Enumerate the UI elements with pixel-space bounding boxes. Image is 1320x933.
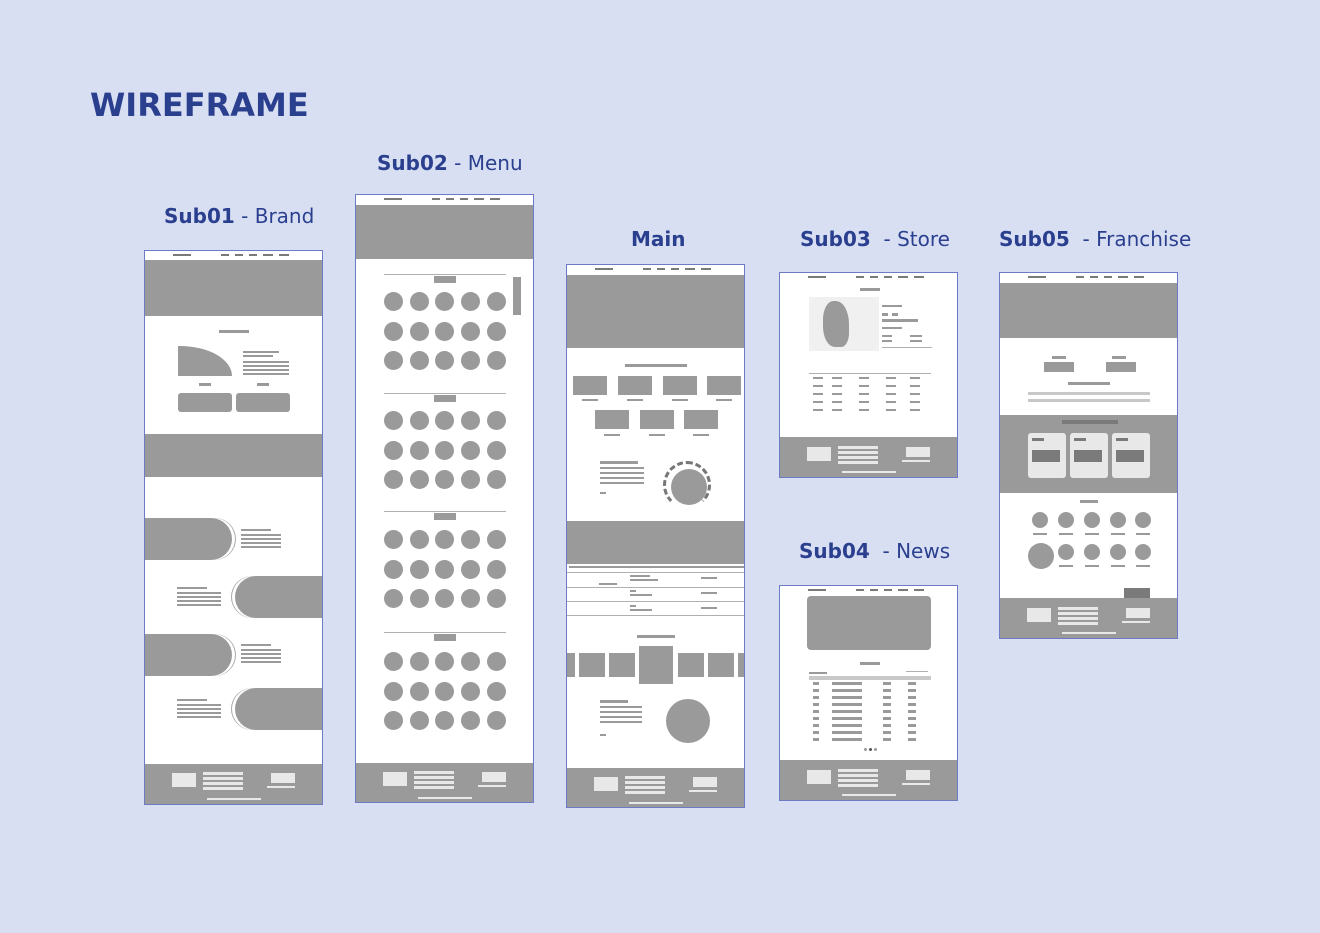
sub03-label: Sub03 - Store [800,227,950,251]
sub01-code: Sub01 [164,204,235,228]
sub02-label: Sub02 - Menu [377,151,523,175]
sub02-code: Sub02 [377,151,448,175]
main-label: Main [631,227,686,251]
sub01-sep: - [234,204,255,228]
sub05-code: Sub05 [999,227,1070,251]
page-title: WIREFRAME [90,86,309,124]
sub02-sep: - [447,151,468,175]
wireframe-sub01-brand [144,250,323,805]
sub03-sep: - [870,227,898,251]
sub01-name: Brand [254,204,315,228]
wireframe-sub04-news [779,585,958,801]
sub04-sep: - [869,539,897,563]
sub05-label: Sub05 - Franchise [999,227,1191,251]
wireframe-sub05-franchise [999,272,1178,639]
sub04-code: Sub04 [799,539,870,563]
sub02-name: Menu [467,151,523,175]
brand-image [178,346,232,376]
wireframe-sub03-store [779,272,958,478]
sub03-code: Sub03 [800,227,871,251]
news-banner [807,596,931,650]
hero-banner [145,260,322,316]
sub04-name: News [896,539,951,563]
sub05-name: Franchise [1096,227,1192,251]
hero-banner [1000,283,1177,338]
hero-banner [356,205,533,259]
wireframe-sub02-menu [355,194,534,803]
sub05-sep: - [1069,227,1097,251]
wireframe-main [566,264,745,808]
hero-banner [567,275,744,348]
sub01-label: Sub01 - Brand [164,204,314,228]
sub03-name: Store [897,227,950,251]
sub04-label: Sub04 - News [799,539,950,563]
main-code: Main [631,227,686,251]
